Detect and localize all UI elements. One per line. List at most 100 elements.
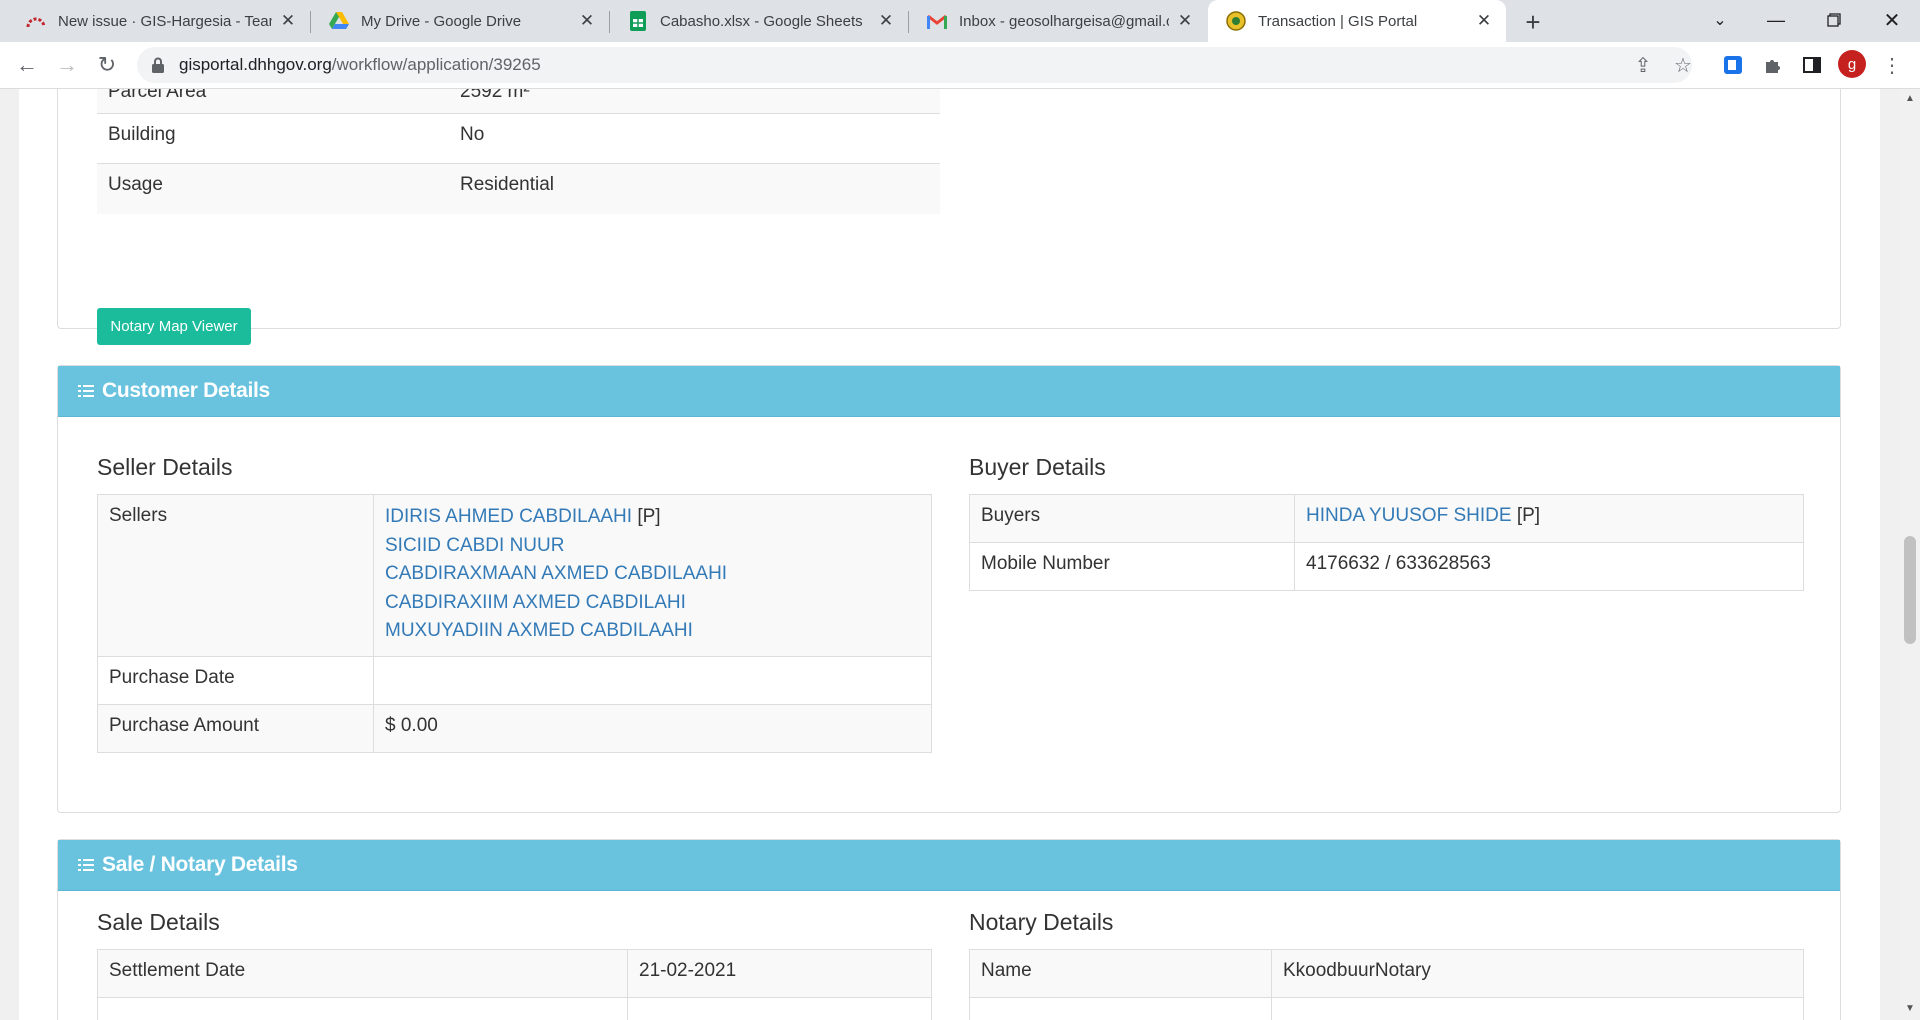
gmail-icon	[927, 11, 947, 31]
restore-button[interactable]	[1806, 0, 1862, 40]
buyer-cell: HINDA YUUSOF SHIDE [P]	[1294, 494, 1804, 543]
seller-link[interactable]: SICIID CABDI NUUR	[385, 535, 564, 556]
reload-button[interactable]: ↻	[91, 49, 123, 81]
table-row: Purchase Date	[97, 656, 932, 705]
seller-table: Sellers IDIRIS AHMED CABDILAAHI [P] SICI…	[97, 494, 932, 753]
google-drive-icon	[329, 11, 349, 31]
usage-value: Residential	[449, 163, 940, 214]
url-text: gisportal.dhhgov.org/workflow/applicatio…	[179, 55, 541, 75]
scroll-up-arrow-icon[interactable]: ▲	[1905, 93, 1915, 104]
lock-icon	[152, 57, 164, 73]
tab-google-sheets[interactable]: Cabasho.xlsx - Google Sheets ✕	[610, 0, 908, 42]
purchase-date-value	[373, 656, 932, 705]
page-gutter-right	[1880, 89, 1900, 1020]
bookmark-star-icon[interactable]: ☆	[1668, 50, 1698, 80]
share-icon[interactable]: ⇪	[1628, 50, 1658, 80]
seller-link[interactable]: IDIRIS AHMED CABDILAAHI	[385, 506, 632, 527]
parcel-area-label: Parcel Area	[97, 89, 449, 114]
avatar[interactable]: g	[1838, 50, 1866, 78]
table-row: Building No	[97, 113, 940, 164]
table-cell	[97, 997, 628, 1020]
seller-link[interactable]: MUXUYADIIN AXMED CABDILAAHI	[385, 620, 693, 641]
sale-table: Settlement Date 21-02-2021	[97, 949, 932, 1020]
table-cell	[1271, 997, 1804, 1020]
back-button[interactable]: ←	[11, 49, 43, 81]
mobile-number-label: Mobile Number	[969, 542, 1295, 591]
page-gutter-left	[0, 89, 19, 1020]
list-item: IDIRIS AHMED CABDILAAHI [P]	[385, 503, 920, 532]
tab-title: My Drive - Google Drive	[361, 12, 522, 30]
notary-table: Name KkoodbuurNotary	[969, 949, 1804, 1020]
parcel-table: Parcel Area 2592 m² Building No Usage Re…	[97, 89, 940, 214]
settlement-date-label: Settlement Date	[97, 949, 628, 998]
tab-search-chevron-icon[interactable]: ⌄	[1692, 0, 1748, 40]
table-row	[969, 997, 1804, 1020]
buyer-table: Buyers HINDA YUUSOF SHIDE [P] Mobile Num…	[969, 494, 1804, 591]
settlement-date-value: 21-02-2021	[627, 949, 932, 998]
tab-gmail[interactable]: Inbox - geosolhargeisa@gmail.com ✕	[909, 0, 1207, 42]
browser-tab-strip: New issue · GIS-Hargesia - Team ✕ My Dri…	[0, 0, 1920, 42]
tab-gis-portal[interactable]: Transaction | GIS Portal ✕	[1208, 0, 1506, 42]
list-icon	[78, 857, 94, 873]
purchase-date-label: Purchase Date	[97, 656, 374, 705]
panel-title: Customer Details	[102, 379, 270, 402]
property-panel: Parcel Area 2592 m² Building No Usage Re…	[57, 89, 1841, 368]
list-item: CABDIRAXIIM AXMED CABDILAHI	[385, 589, 920, 618]
url-path: /workflow/application/39265	[331, 55, 541, 74]
page-viewport: Parcel Area 2592 m² Building No Usage Re…	[0, 89, 1900, 1020]
close-icon[interactable]: ✕	[1175, 11, 1195, 31]
notary-map-viewer-button[interactable]: Notary Map Viewer	[97, 308, 251, 345]
tab-google-drive[interactable]: My Drive - Google Drive ✕	[311, 0, 609, 42]
close-icon[interactable]: ✕	[577, 11, 597, 31]
sale-notary-panel: Sale / Notary Details Sale Details Settl…	[57, 839, 1841, 1020]
close-window-button[interactable]: ✕	[1864, 0, 1920, 40]
sellers-label: Sellers	[97, 494, 374, 657]
table-row: Mobile Number 4176632 / 633628563	[969, 542, 1804, 591]
restore-icon	[1827, 13, 1841, 27]
tab-new-issue[interactable]: New issue · GIS-Hargesia - Team ✕	[8, 0, 310, 42]
extension-badge-icon[interactable]	[1718, 50, 1748, 80]
scroll-down-arrow-icon[interactable]: ▼	[1905, 1003, 1915, 1014]
purchase-amount-value: $ 0.00	[373, 704, 932, 753]
address-bar[interactable]: gisportal.dhhgov.org/workflow/applicatio…	[137, 47, 1692, 83]
notary-details-title: Notary Details	[969, 909, 1114, 935]
table-row: Settlement Date 21-02-2021	[97, 949, 932, 998]
table-row: Buyers HINDA YUUSOF SHIDE [P]	[969, 494, 1804, 543]
minimize-button[interactable]: —	[1748, 0, 1804, 40]
buyer-link[interactable]: HINDA YUUSOF SHIDE	[1306, 505, 1512, 526]
close-icon[interactable]: ✕	[1474, 11, 1494, 31]
primary-tag: [P]	[637, 506, 661, 527]
seller-link[interactable]: CABDIRAXMAAN AXMED CABDILAAHI	[385, 563, 727, 584]
forward-button[interactable]: →	[51, 49, 83, 81]
close-icon[interactable]: ✕	[278, 11, 298, 31]
browser-toolbar: ← → ↻ gisportal.dhhgov.org/workflow/appl…	[0, 42, 1920, 89]
parcel-area-value: 2592 m²	[449, 89, 940, 114]
table-row: Purchase Amount $ 0.00	[97, 704, 932, 753]
mobile-number-value: 4176632 / 633628563	[1294, 542, 1804, 591]
buyers-label: Buyers	[969, 494, 1295, 543]
page-scrollbar[interactable]: ▲ ▼	[1900, 89, 1920, 1020]
seller-details-title: Seller Details	[97, 454, 233, 480]
sale-notary-heading: Sale / Notary Details	[58, 840, 1840, 891]
close-icon[interactable]: ✕	[876, 11, 896, 31]
url-host: gisportal.dhhgov.org	[179, 55, 332, 74]
new-tab-button[interactable]: +	[1517, 6, 1549, 38]
scrollbar-thumb[interactable]	[1904, 536, 1916, 644]
customer-details-heading: Customer Details	[58, 366, 1840, 417]
side-panel-icon[interactable]	[1797, 50, 1827, 80]
gis-portal-icon	[1226, 11, 1246, 31]
table-row: Name KkoodbuurNotary	[969, 949, 1804, 998]
panel-title: Sale / Notary Details	[102, 853, 298, 876]
list-item: SICIID CABDI NUUR	[385, 532, 920, 561]
table-row: Parcel Area 2592 m²	[97, 89, 940, 114]
google-sheets-icon	[628, 11, 648, 31]
seller-link[interactable]: CABDIRAXIIM AXMED CABDILAHI	[385, 592, 686, 613]
redmine-icon	[26, 11, 46, 31]
sale-details-title: Sale Details	[97, 909, 220, 935]
puzzle-extensions-icon[interactable]	[1757, 50, 1787, 80]
list-item: MUXUYADIIN AXMED CABDILAAHI	[385, 617, 920, 646]
table-cell	[969, 997, 1272, 1020]
building-value: No	[449, 113, 940, 164]
browser-menu-icon[interactable]: ⋮	[1877, 50, 1907, 80]
list-item: CABDIRAXMAAN AXMED CABDILAAHI	[385, 560, 920, 589]
